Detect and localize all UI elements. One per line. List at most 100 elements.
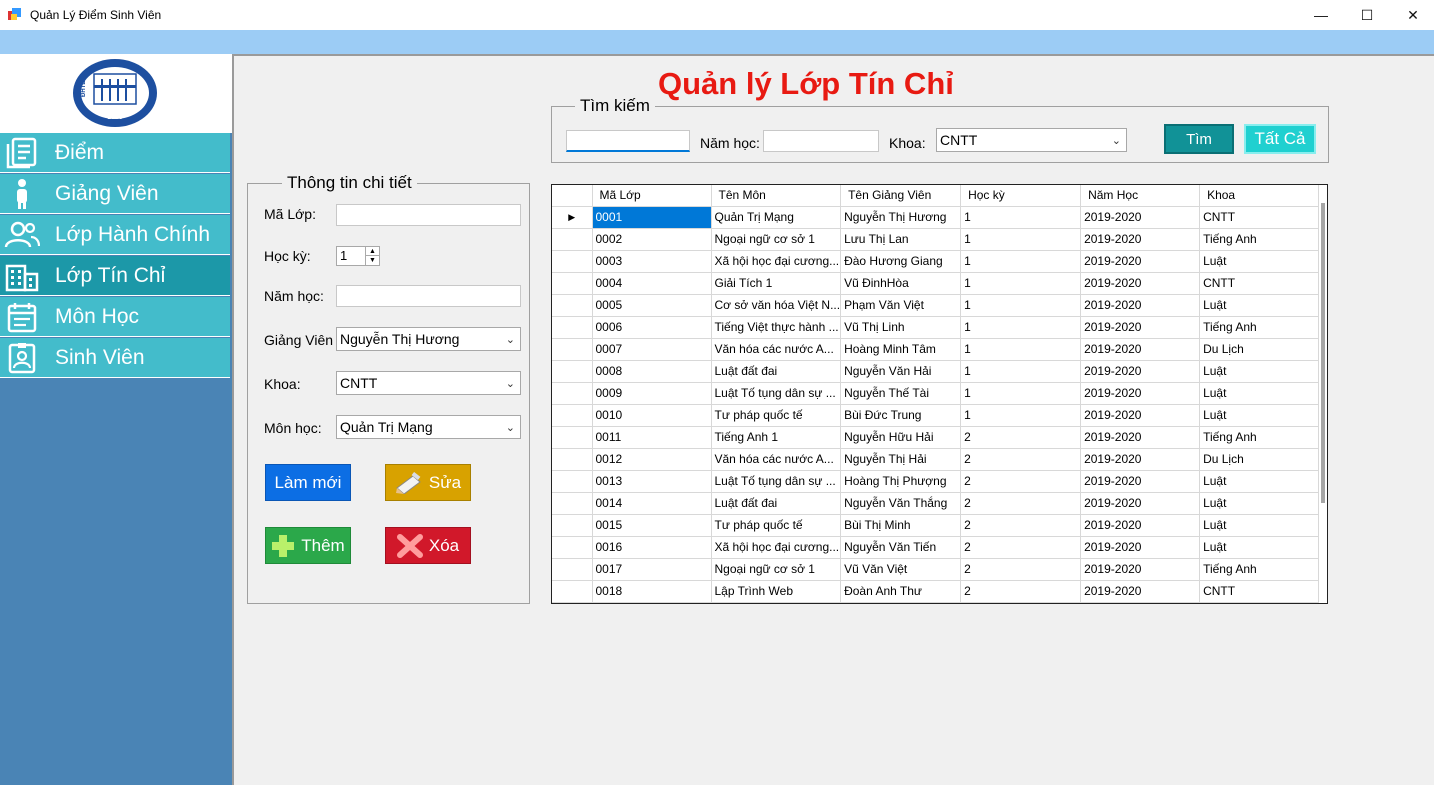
table-cell[interactable]: Vũ Văn Việt (840, 558, 962, 581)
table-cell[interactable]: 0010 (592, 404, 712, 427)
table-cell[interactable]: Tư pháp quốc tế (711, 404, 842, 427)
table-cell[interactable]: Văn hóa các nước A... (711, 338, 842, 361)
row-header[interactable] (552, 470, 593, 493)
show-all-button[interactable]: Tất Cả (1244, 124, 1316, 154)
table-cell[interactable]: 2019-2020 (1080, 404, 1201, 427)
delete-button[interactable]: Xóa (385, 527, 471, 564)
table-cell[interactable]: Luật Tố tụng dân sự ... (711, 382, 842, 405)
table-cell[interactable]: Hoàng Minh Tâm (840, 338, 962, 361)
column-header-nam-hoc[interactable]: Năm Học (1080, 185, 1201, 207)
table-cell[interactable]: Nguyễn Thị Hương (840, 206, 962, 229)
sidebar-item-mon-hoc[interactable]: Môn Học (0, 297, 230, 337)
table-cell[interactable]: 2019-2020 (1080, 536, 1201, 559)
table-cell[interactable]: Tiếng Anh 1 (711, 426, 842, 449)
table-row[interactable]: 0017 Ngoại ngữ cơ sở 1 Vũ Văn Việt 2 2019-20… (552, 558, 1320, 581)
table-cell[interactable]: 0007 (592, 338, 712, 361)
sidebar-item-diem[interactable]: Điểm (0, 133, 230, 173)
table-cell[interactable]: 1 (960, 272, 1082, 295)
edit-button[interactable]: Sửa (385, 464, 471, 501)
table-cell[interactable]: 0017 (592, 558, 712, 581)
table-cell[interactable]: 0016 (592, 536, 712, 559)
table-cell[interactable]: Tiếng Anh (1199, 426, 1320, 449)
column-header-ten-mon[interactable]: Tên Môn (711, 185, 842, 207)
table-cell[interactable]: 0006 (592, 316, 712, 339)
row-header[interactable] (552, 338, 593, 361)
table-cell[interactable]: Tiếng Anh (1199, 316, 1320, 339)
row-header[interactable] (552, 360, 593, 383)
close-button[interactable]: ✕ (1390, 0, 1434, 30)
table-cell[interactable]: Ngoại ngữ cơ sở 1 (711, 228, 842, 251)
table-cell[interactable]: 1 (960, 404, 1082, 427)
column-header-hoc-ky[interactable]: Học kỳ (960, 185, 1082, 207)
table-cell[interactable]: 2019-2020 (1080, 316, 1201, 339)
search-khoa-select[interactable]: CNTT ⌄ (936, 128, 1127, 152)
table-cell[interactable]: Lập Trình Web (711, 580, 842, 603)
table-cell[interactable]: Du Lịch (1199, 338, 1320, 361)
table-scrollbar[interactable] (1321, 203, 1325, 503)
table-cell[interactable]: Tiếng Anh (1199, 558, 1320, 581)
table-row[interactable]: 0004 Giải Tích 1 Vũ ĐinhHòa 1 2019-2020 CNTT (552, 272, 1320, 295)
row-header[interactable] (552, 558, 593, 581)
table-cell[interactable]: Luật đất đai (711, 492, 842, 515)
row-header[interactable] (552, 580, 593, 603)
table-row[interactable]: ▶ 0001 Quản Trị Mạng Nguyễn Thị Hương 1 2019-… (552, 206, 1320, 229)
table-cell[interactable]: 2 (960, 470, 1082, 493)
table-cell[interactable]: 0014 (592, 492, 712, 515)
table-cell[interactable]: Nguyễn Hữu Hải (840, 426, 962, 449)
table-cell[interactable]: 0002 (592, 228, 712, 251)
row-header[interactable] (552, 382, 593, 405)
table-cell[interactable]: Nguyễn Văn Hải (840, 360, 962, 383)
table-cell[interactable]: 0008 (592, 360, 712, 383)
row-header[interactable] (552, 250, 593, 273)
table-cell[interactable]: Tiếng Anh (1199, 228, 1320, 251)
table-cell[interactable]: 2019-2020 (1080, 514, 1201, 537)
table-cell[interactable]: 0004 (592, 272, 712, 295)
table-cell[interactable]: Lưu Thị Lan (840, 228, 962, 251)
table-row[interactable]: 0018 Lập Trình Web Đoàn Anh Thư 2 2019-2020 C… (552, 580, 1320, 603)
table-cell[interactable]: 1 (960, 206, 1082, 229)
table-cell[interactable]: Đoàn Anh Thư (840, 580, 962, 603)
table-cell[interactable]: CNTT (1199, 272, 1320, 295)
table-row[interactable]: 0007 Văn hóa các nước A... Hoàng Minh Tâm 1… (552, 338, 1320, 361)
table-cell[interactable]: Ngoại ngữ cơ sở 1 (711, 558, 842, 581)
row-header[interactable] (552, 536, 593, 559)
current-row-arrow-icon[interactable]: ▶ (552, 206, 593, 229)
table-cell[interactable]: 1 (960, 360, 1082, 383)
row-header[interactable] (552, 426, 593, 449)
table-cell[interactable]: Luật (1199, 294, 1320, 317)
table-cell[interactable]: Nguyễn Thị Hải (840, 448, 962, 471)
table-cell[interactable]: 1 (960, 316, 1082, 339)
table-cell[interactable]: Xã hội học đại cương... (711, 250, 842, 273)
table-row[interactable]: 0011 Tiếng Anh 1 Nguyễn Hữu Hải 2 2019-2020 T… (552, 426, 1320, 449)
hoc-ky-stepper[interactable]: 1 ▲ ▼ (336, 246, 380, 266)
table-cell[interactable]: 2019-2020 (1080, 558, 1201, 581)
table-cell[interactable]: 1 (960, 250, 1082, 273)
table-row[interactable]: 0014 Luật đất đai Nguyễn Văn Thắng 2 2019-20… (552, 492, 1320, 515)
table-row[interactable]: 0003 Xã hội học đại cương... Đào Hương Gia… (552, 250, 1320, 273)
table-row[interactable]: 0013 Luật Tố tụng dân sự ... Hoàng Thị Phư… (552, 470, 1320, 493)
table-row[interactable]: 0015 Tư pháp quốc tế Bùi Thị Minh 2 2019-202… (552, 514, 1320, 537)
nam-hoc-input[interactable] (336, 285, 521, 307)
table-cell[interactable]: Tư pháp quốc tế (711, 514, 842, 537)
table-cell[interactable]: 2 (960, 580, 1082, 603)
table-cell[interactable]: 2 (960, 536, 1082, 559)
table-cell[interactable]: Văn hóa các nước A... (711, 448, 842, 471)
row-header[interactable] (552, 316, 593, 339)
row-header[interactable] (552, 514, 593, 537)
table-cell[interactable]: 2019-2020 (1080, 580, 1201, 603)
table-cell[interactable]: Phạm Văn Việt (840, 294, 962, 317)
table-cell[interactable]: 1 (960, 228, 1082, 251)
table-cell[interactable]: 2019-2020 (1080, 448, 1201, 471)
table-cell[interactable]: Luật Tố tụng dân sự ... (711, 470, 842, 493)
row-header[interactable] (552, 294, 593, 317)
table-cell[interactable]: Bùi Đức Trung (840, 404, 962, 427)
table-cell[interactable]: Hoàng Thị Phượng (840, 470, 962, 493)
table-cell[interactable]: 2 (960, 558, 1082, 581)
table-cell[interactable]: 2019-2020 (1080, 228, 1201, 251)
search-nam-hoc-input[interactable] (763, 130, 879, 152)
sidebar-item-lop-tin-chi[interactable]: Lớp Tín Chỉ (0, 256, 230, 296)
table-cell[interactable]: Luật (1199, 360, 1320, 383)
table-cell[interactable]: 1 (960, 294, 1082, 317)
table-cell[interactable]: 0018 (592, 580, 712, 603)
table-row[interactable]: 0012 Văn hóa các nước A... Nguyễn Thị Hải 2… (552, 448, 1320, 471)
